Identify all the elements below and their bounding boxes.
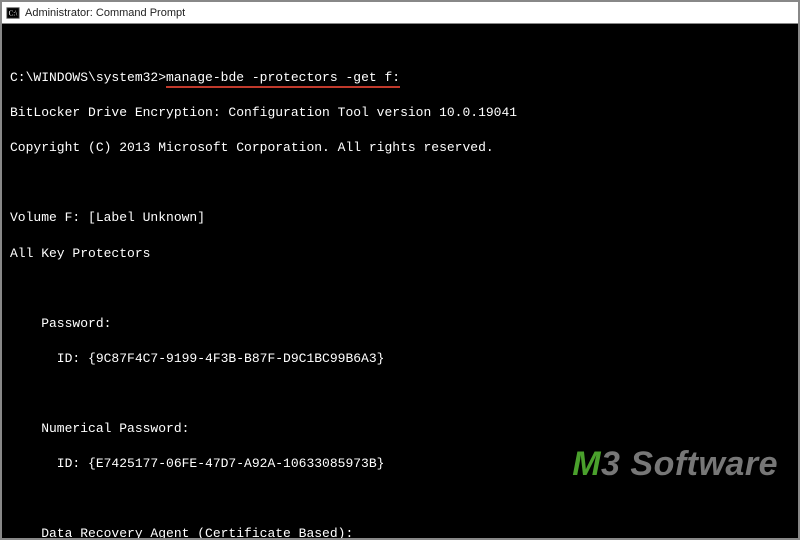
blank-line xyxy=(10,385,790,403)
blank-line xyxy=(10,174,790,192)
svg-text:C:\: C:\ xyxy=(9,9,18,17)
output-line: ID: {E7425177-06FE-47D7-A92A-10633085973… xyxy=(10,455,790,473)
command-1: manage-bde -protectors -get f: xyxy=(166,70,400,88)
output-line: ID: {9C87F4C7-9199-4F3B-B87F-D9C1BC99B6A… xyxy=(10,350,790,368)
prompt-path: C:\WINDOWS\system32> xyxy=(10,70,166,85)
command-prompt-window: C:\ Administrator: Command Prompt C:\WIN… xyxy=(0,0,800,540)
cmd-icon: C:\ xyxy=(6,6,20,20)
output-line: Password: xyxy=(10,315,790,333)
output-line: All Key Protectors xyxy=(10,245,790,263)
output-line: Copyright (C) 2013 Microsoft Corporation… xyxy=(10,139,790,157)
console-area[interactable]: C:\WINDOWS\system32>manage-bde -protecto… xyxy=(2,24,798,538)
output-line: Numerical Password: xyxy=(10,420,790,438)
blank-line xyxy=(10,280,790,298)
output-line: Data Recovery Agent (Certificate Based): xyxy=(10,525,790,538)
blank-line xyxy=(10,490,790,508)
prompt-line-1: C:\WINDOWS\system32>manage-bde -protecto… xyxy=(10,69,790,87)
window-title: Administrator: Command Prompt xyxy=(25,7,185,19)
titlebar[interactable]: C:\ Administrator: Command Prompt xyxy=(2,2,798,24)
output-line: Volume F: [Label Unknown] xyxy=(10,209,790,227)
output-line: BitLocker Drive Encryption: Configuratio… xyxy=(10,104,790,122)
